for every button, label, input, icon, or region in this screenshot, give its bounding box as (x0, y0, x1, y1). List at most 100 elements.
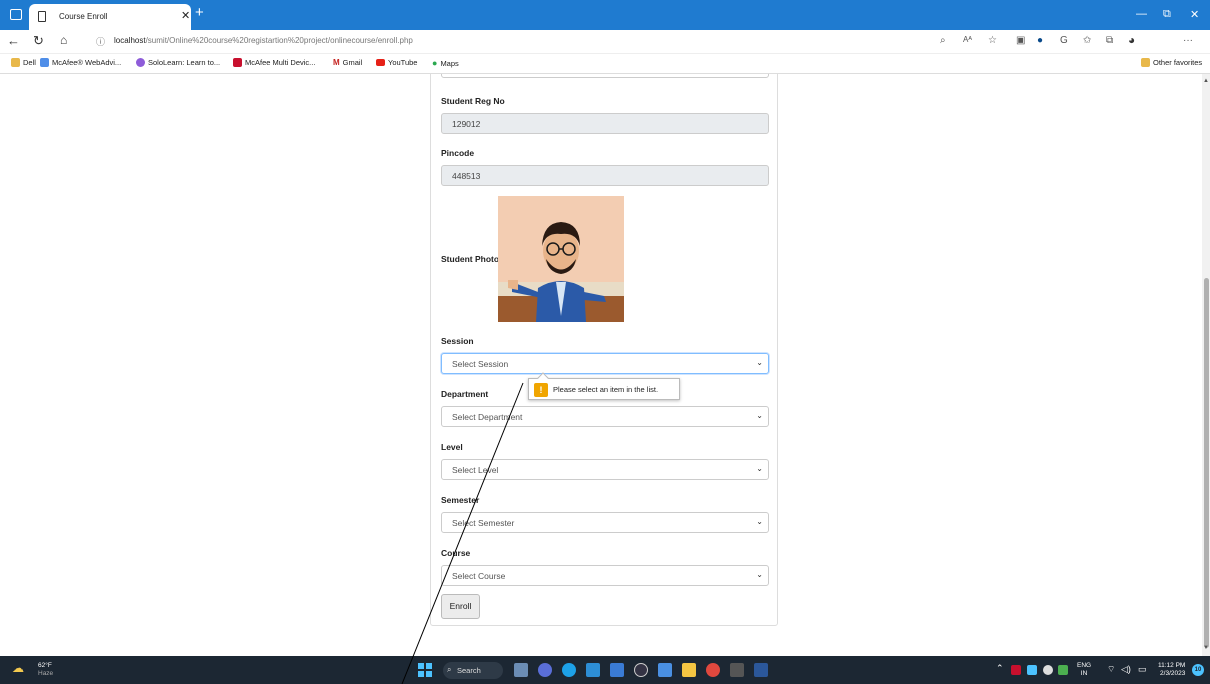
close-window-icon[interactable]: ✕ (1190, 8, 1199, 21)
url-field[interactable]: localhost/sumit/Online%20course%20regist… (114, 36, 413, 45)
pincode-label: Pincode (441, 148, 475, 158)
dell-app-icon[interactable] (634, 663, 648, 677)
page-icon (38, 11, 46, 22)
tab-course-enroll[interactable]: Course Enroll ✕ (29, 4, 191, 30)
menu-dots-icon[interactable]: ··· (1183, 35, 1193, 46)
notification-badge[interactable]: 10 (1192, 664, 1204, 676)
scroll-down-icon[interactable]: ▼ (1203, 645, 1209, 651)
fav-mcafee-multi[interactable]: McAfee Multi Devic... (233, 58, 315, 67)
tab-close-icon[interactable]: ✕ (181, 9, 190, 22)
chevron-down-icon: ⌄ (756, 464, 763, 473)
chevron-down-icon: ⌄ (756, 411, 763, 420)
clock[interactable]: 11:12 PM 2/3/2023 (1158, 662, 1185, 678)
fav-label: Maps (440, 58, 459, 68)
restore-icon[interactable]: ⧉ (1163, 8, 1171, 21)
onedrive-icon[interactable] (1043, 665, 1053, 675)
mcafee-shield-icon (233, 58, 242, 67)
windows-start-icon[interactable] (418, 663, 432, 677)
windows-taskbar: ☁ 62°F Haze ⌕ Search ⌃ ENG IN ⌔ ◁) ▭ 11:… (0, 656, 1210, 684)
calendar-icon[interactable] (610, 663, 624, 677)
mcafee-tray-icon[interactable] (1011, 665, 1021, 675)
department-select[interactable]: Select Department ⌄ (441, 406, 769, 427)
task-view-icon[interactable] (514, 663, 528, 677)
fav-other-favorites[interactable]: Other favorites (1141, 58, 1202, 67)
level-select[interactable]: Select Level ⌄ (441, 459, 769, 480)
search-page-icon[interactable]: ⌕ (940, 35, 946, 46)
sololearn-icon (136, 58, 145, 67)
favorite-star-icon[interactable]: ☆ (988, 35, 997, 46)
taskbar-search[interactable]: ⌕ Search (443, 662, 503, 679)
tray-app-icon[interactable] (1027, 665, 1037, 675)
fav-gmail[interactable]: M Gmail (333, 58, 362, 67)
chat-icon[interactable] (538, 663, 552, 677)
fav-label: McAfee® WebAdvi... (52, 58, 122, 67)
chevron-down-icon: ⌄ (756, 570, 763, 579)
semester-select-value: Select Semester (452, 518, 515, 528)
chrome-icon[interactable] (706, 663, 720, 677)
site-info-icon[interactable]: ⓘ (96, 35, 105, 48)
fav-mcafee-webadvisor[interactable]: McAfee® WebAdvi... (40, 58, 121, 67)
folder-icon (1141, 58, 1150, 67)
url-host: localhost (114, 36, 146, 45)
fav-label: Gmail (342, 58, 363, 67)
weather-widget[interactable]: 62°F Haze (38, 662, 53, 678)
favorites-bar: Dell McAfee® WebAdvi... SoloLearn: Learn… (0, 54, 1210, 74)
word-icon[interactable] (754, 663, 768, 677)
app-window-icon[interactable] (730, 663, 744, 677)
home-icon[interactable]: ⌂ (60, 33, 67, 47)
clock-time: 11:12 PM (1158, 662, 1186, 669)
validation-message: Please select an item in the list. (553, 385, 659, 394)
store-icon[interactable] (658, 663, 672, 677)
chevron-down-icon: ⌄ (756, 358, 763, 367)
lang-top: ENG (1077, 662, 1092, 669)
address-bar: ← ↻ ⌂ ⓘ localhost/sumit/Online%20course%… (0, 30, 1210, 54)
read-aloud-icon[interactable]: Aᴬ (963, 35, 972, 44)
scroll-up-icon[interactable]: ▲ (1203, 78, 1209, 84)
semester-label: Semester (441, 495, 480, 505)
reg-no-input[interactable]: 129012 (441, 113, 769, 134)
session-select[interactable]: Select Session ⌄ (441, 353, 769, 374)
edge-icon[interactable] (562, 663, 576, 677)
weather-icon[interactable]: ☁ (12, 661, 24, 675)
language-indicator[interactable]: ENG IN (1077, 662, 1091, 678)
page-content: Student Reg No 129012 Pincode 448513 Stu… (0, 74, 1202, 656)
semester-select[interactable]: Select Semester ⌄ (441, 512, 769, 533)
level-select-value: Select Level (452, 465, 499, 475)
fav-youtube[interactable]: YouTube (376, 58, 417, 67)
new-tab-icon[interactable]: + (195, 4, 204, 21)
refresh-icon[interactable]: ↻ (33, 33, 44, 49)
scrollbar-thumb[interactable] (1204, 278, 1209, 648)
session-label: Session (441, 336, 474, 346)
chevron-up-icon[interactable]: ⌃ (996, 663, 1004, 674)
mail-icon[interactable] (586, 663, 600, 677)
battery-icon[interactable]: ▭ (1138, 664, 1147, 675)
page-scrollbar[interactable]: ▲ ▼ (1202, 74, 1210, 656)
tray-app2-icon[interactable] (1058, 665, 1068, 675)
profile-avatar-icon[interactable]: ◕ (1128, 33, 1135, 47)
fav-sololearn[interactable]: SoloLearn: Learn to... (136, 58, 220, 67)
enroll-button[interactable]: Enroll (441, 594, 480, 619)
gmail-icon: M (333, 58, 340, 67)
volume-icon[interactable]: ◁) (1121, 664, 1131, 675)
extension-circle-icon[interactable]: ● (1037, 35, 1043, 46)
favorites-icon[interactable]: ✩ (1083, 35, 1091, 46)
browser-tab-bar: Course Enroll ✕ + — ⧉ ✕ (0, 0, 1210, 30)
course-label: Course (441, 548, 471, 558)
pincode-input[interactable]: 448513 (441, 165, 769, 186)
folder-icon (11, 58, 20, 67)
extension-g-icon[interactable]: G (1060, 35, 1068, 46)
fav-maps[interactable]: ● Maps (432, 58, 459, 68)
student-photo-label: Student Photo (441, 254, 500, 264)
level-label: Level (441, 442, 463, 452)
back-icon[interactable]: ← (7, 33, 20, 48)
warning-icon: ! (534, 383, 548, 397)
tab-actions-icon[interactable] (10, 9, 22, 20)
fav-dell[interactable]: Dell (11, 58, 36, 67)
file-explorer-icon[interactable] (682, 663, 696, 677)
collections-icon[interactable]: ⧉ (1106, 35, 1113, 46)
extension-icon[interactable]: ▣ (1016, 35, 1025, 46)
wifi-icon[interactable]: ⌔ (1107, 664, 1115, 675)
previous-field-input[interactable] (441, 74, 769, 78)
minimize-icon[interactable]: — (1136, 8, 1147, 20)
course-select[interactable]: Select Course ⌄ (441, 565, 769, 586)
